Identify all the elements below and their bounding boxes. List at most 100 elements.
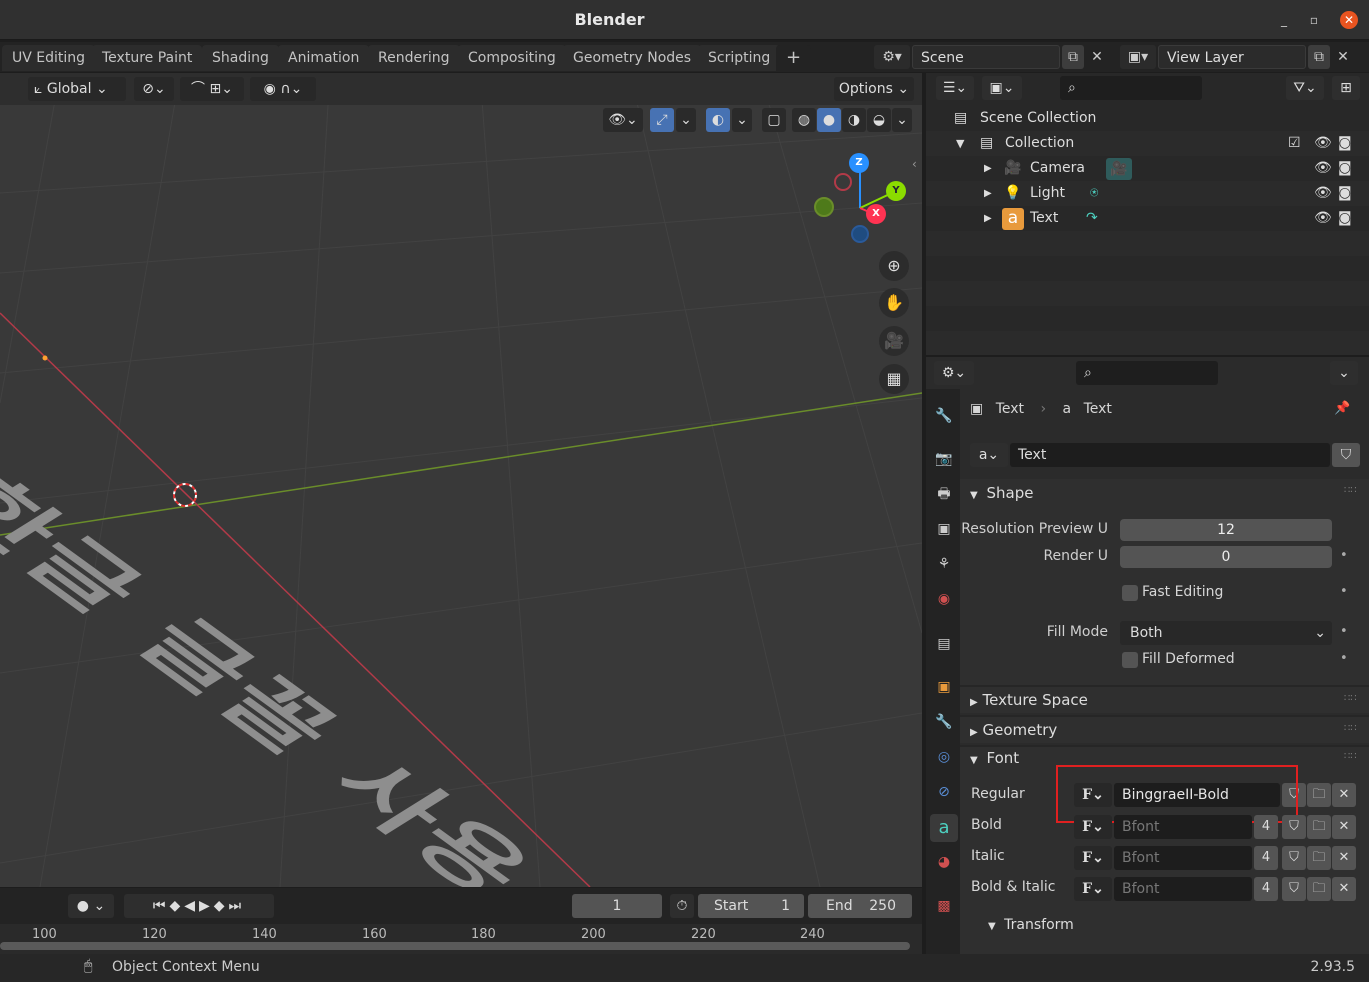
end-frame-field[interactable]: End 250 xyxy=(808,894,912,918)
current-frame-field[interactable]: 1 xyxy=(572,894,662,918)
modifier-wrench-icon[interactable]: 🔧 xyxy=(934,712,954,732)
visibility-icon[interactable]: 👁⌄ xyxy=(603,108,643,132)
copy-view-layer-icon[interactable]: ⧉ xyxy=(1308,45,1330,69)
camera-render-icon[interactable]: ◙ xyxy=(1338,206,1352,231)
geometry-panel[interactable]: ▶ Geometry ∷∷ xyxy=(960,715,1369,743)
checkbox-icon[interactable]: ☑ xyxy=(1288,131,1301,156)
datablock-browse-icon[interactable]: a⌄ xyxy=(970,443,1008,467)
new-collection-icon[interactable]: ⊞ xyxy=(1332,76,1360,100)
chevron-down-icon[interactable]: ⌄ xyxy=(892,108,912,132)
animate-dot-icon[interactable]: • xyxy=(1340,624,1348,639)
open-folder-icon[interactable]: 🗀 xyxy=(1307,877,1331,901)
eye-icon[interactable]: 👁 xyxy=(1314,206,1332,231)
tab-compositing[interactable]: Compositing xyxy=(458,45,566,71)
user-count[interactable]: 4 xyxy=(1254,877,1278,901)
unlink-close-icon[interactable]: ✕ xyxy=(1332,815,1356,839)
open-folder-icon[interactable]: 🗀 xyxy=(1307,783,1331,807)
perspective-grid-icon[interactable]: ▦ xyxy=(879,364,909,394)
animate-dot-icon[interactable]: • xyxy=(1340,651,1348,666)
fake-user-shield-icon[interactable]: ⛉ xyxy=(1282,877,1306,901)
fake-user-shield-icon[interactable]: ⛉ xyxy=(1282,815,1306,839)
camera-data-icon[interactable]: 🎥 xyxy=(1106,158,1132,180)
overlays-toggle-icon[interactable]: ◐ xyxy=(706,108,730,132)
texture-icon[interactable]: ▩ xyxy=(934,896,954,916)
wireframe-shading-icon[interactable]: ◍ xyxy=(792,108,816,132)
zoom-icon[interactable]: ⊕ xyxy=(879,251,909,281)
open-folder-icon[interactable]: 🗀 xyxy=(1307,815,1331,839)
pin-icon[interactable]: 📌 xyxy=(1334,401,1350,416)
fake-user-shield-icon[interactable]: ⛉ xyxy=(1282,846,1306,870)
tool-icon[interactable]: 🔧 xyxy=(934,406,954,426)
rendered-shading-icon[interactable]: ◒ xyxy=(867,108,891,132)
unlink-close-icon[interactable]: ✕ xyxy=(1332,783,1356,807)
scene-icon[interactable]: ⚘ xyxy=(934,554,954,574)
texture-space-panel[interactable]: ▶ Texture Space ∷∷ xyxy=(960,685,1369,713)
drag-handle-icon[interactable]: ∷∷ xyxy=(1344,693,1357,704)
gizmo-toggle-icon[interactable]: ⤢ xyxy=(650,108,674,132)
gizmo-neg-x[interactable] xyxy=(834,173,852,191)
eye-icon[interactable]: 👁 xyxy=(1314,181,1332,206)
outliner-row-camera[interactable]: ▶ 🎥 Camera 🎥 👁 ◙ xyxy=(926,156,1369,181)
text-data-icon[interactable]: a xyxy=(930,814,958,842)
stopwatch-icon[interactable]: ⏱ xyxy=(670,894,694,918)
transform-subpanel-header[interactable]: ▼ Transform xyxy=(988,917,1074,933)
eye-icon[interactable]: 👁 xyxy=(1314,156,1332,181)
material-shading-icon[interactable]: ◑ xyxy=(842,108,866,132)
scene-name-field[interactable]: Scene xyxy=(912,45,1060,69)
fill-mode-dropdown[interactable]: Both ⌄ xyxy=(1120,621,1332,645)
object-icon[interactable]: ▣ xyxy=(934,677,954,697)
tab-scripting[interactable]: Scripting xyxy=(698,45,781,71)
display-mode-icon[interactable]: ☰⌄ xyxy=(936,76,974,100)
font-browse-icon[interactable]: F⌄ xyxy=(1074,877,1112,901)
record-button[interactable]: ● ⌄ xyxy=(68,894,114,918)
text-data-icon[interactable]: ↷ xyxy=(1086,206,1098,231)
gizmo-neg-z[interactable] xyxy=(851,225,869,243)
solid-shading-icon[interactable]: ● xyxy=(817,108,841,132)
font-browse-icon[interactable]: F⌄ xyxy=(1074,815,1112,839)
close-button[interactable]: ✕ xyxy=(1340,11,1358,29)
camera-render-icon[interactable]: ◙ xyxy=(1338,131,1352,156)
proportional-editing-icon[interactable]: ◉ ∩⌄ xyxy=(250,77,316,101)
gizmo-neg-y[interactable] xyxy=(814,197,834,217)
timeline-scrollbar[interactable] xyxy=(0,942,910,950)
eye-icon[interactable]: 👁 xyxy=(1314,131,1332,156)
sidebar-toggle-icon[interactable]: ‹ xyxy=(912,157,917,171)
drag-handle-icon[interactable]: ∷∷ xyxy=(1344,485,1357,496)
italic-font-field[interactable]: Bfont xyxy=(1114,846,1252,870)
collection-icon[interactable]: ▤ xyxy=(934,634,954,654)
fast-editing-checkbox[interactable] xyxy=(1122,585,1138,601)
resolution-preview-slider[interactable]: 12 xyxy=(1120,519,1332,541)
properties-search-input[interactable]: ⌕ xyxy=(1076,361,1218,385)
outliner-row-collection[interactable]: ▼ ▤ Collection ☑ 👁 ◙ xyxy=(926,131,1369,156)
font-panel-header[interactable]: ▼ Font xyxy=(970,749,1019,767)
camera-view-icon[interactable]: 🎥 xyxy=(879,326,909,356)
tab-animation[interactable]: Animation xyxy=(278,45,370,71)
font-browse-icon[interactable]: F⌄ xyxy=(1074,846,1112,870)
transform-orientation-dropdown[interactable]: ⟀ Global ⌄ xyxy=(28,77,126,101)
3d-viewport[interactable]: 한글 글꼴 사용 Z Y X ⊕ ✋ 🎥 ▦ ‹ xyxy=(0,73,922,887)
light-data-icon[interactable]: ⍟ xyxy=(1090,181,1098,206)
playback-controls[interactable]: ⏮◆◀▶◆⏭ xyxy=(124,894,274,918)
tab-uv-editing[interactable]: UV Editing xyxy=(2,45,96,71)
animate-dot-icon[interactable]: • xyxy=(1340,584,1348,599)
minimize-button[interactable]: _ xyxy=(1276,12,1292,28)
view-layer-name-field[interactable]: View Layer xyxy=(1158,45,1306,69)
view-layer-icon[interactable]: ▣▾ xyxy=(1120,45,1156,69)
outliner-row-light[interactable]: ▶ 💡 Light ⍟ 👁 ◙ xyxy=(926,181,1369,206)
snapping-icon[interactable]: ⌒ ⊞⌄ xyxy=(180,77,244,101)
shape-panel-header[interactable]: ▼ Shape xyxy=(970,484,1033,502)
physics-icon[interactable]: ◎ xyxy=(934,747,954,767)
drag-handle-icon[interactable]: ∷∷ xyxy=(1344,751,1357,762)
maximize-button[interactable]: ▫ xyxy=(1306,12,1322,28)
fill-deformed-checkbox[interactable] xyxy=(1122,652,1138,668)
outliner-row-scene-collection[interactable]: ▤ Scene Collection xyxy=(926,106,1369,131)
outliner-row-text[interactable]: ▶ a Text ↷ 👁 ◙ xyxy=(926,206,1369,231)
datablock-name-field[interactable]: Text xyxy=(1010,443,1330,467)
scene-icon[interactable]: ⚙▾ xyxy=(874,45,910,69)
camera-render-icon[interactable]: ◙ xyxy=(1338,181,1352,206)
gizmo-x-axis[interactable]: X xyxy=(866,204,886,224)
bold-font-field[interactable]: Bfont xyxy=(1114,815,1252,839)
remove-scene-icon[interactable]: ✕ xyxy=(1086,45,1108,69)
gizmo-z-axis[interactable]: Z xyxy=(849,153,869,173)
tab-shading[interactable]: Shading xyxy=(202,45,279,71)
